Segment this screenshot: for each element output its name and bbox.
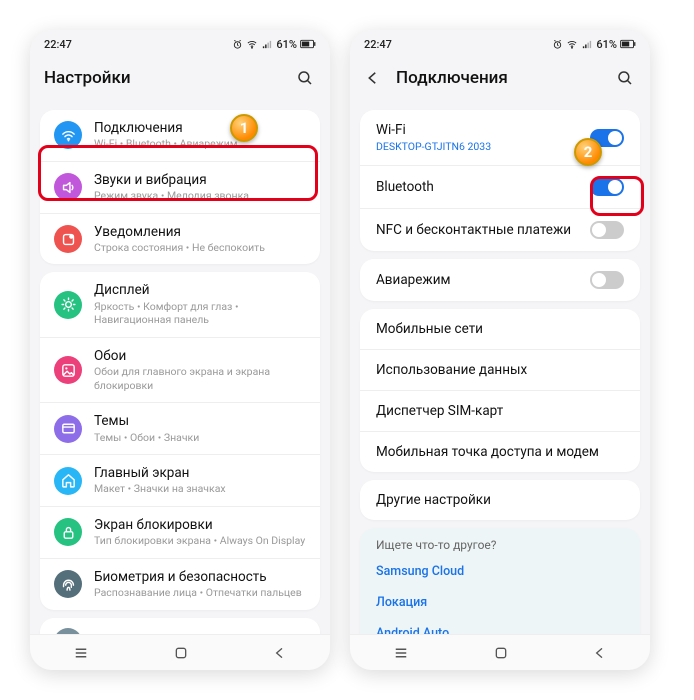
battery-text: 61% <box>596 38 617 51</box>
connections-list[interactable]: Wi-Fi DESKTOP-GTJITN6 2033 Bluetooth NFC… <box>350 102 650 634</box>
row-label: Мобильная точка доступа и модем <box>376 444 624 460</box>
toggle[interactable] <box>590 178 624 196</box>
footer-heading: Ищете что-то другое? <box>360 528 640 556</box>
settings-row-bio[interactable]: Биометрия и безопасность Распознавание л… <box>40 558 320 610</box>
settings-row-wall[interactable]: Обои Обои для главного экрана и экрана б… <box>40 337 320 402</box>
conn-row[interactable]: Wi-Fi DESKTOP-GTJITN6 2033 <box>360 110 640 165</box>
conn-row[interactable]: Bluetooth <box>360 165 640 208</box>
row-title: Экран блокировки <box>94 517 306 533</box>
row-label: Авиарежим <box>376 272 590 288</box>
row-subtitle: Темы • Обои • Значки <box>94 431 306 445</box>
notif-icon <box>54 225 82 253</box>
sound-icon <box>54 173 82 201</box>
page-title: Настройки <box>44 68 284 88</box>
signal-icon <box>261 39 273 50</box>
conn-row[interactable]: Мобильная точка доступа и модем <box>360 431 640 472</box>
nav-home[interactable] <box>493 645 509 661</box>
row-label: Диспетчер SIM-карт <box>376 403 624 419</box>
toggle[interactable] <box>590 271 624 289</box>
settings-row-priv[interactable]: Конфиденциальность <box>40 618 320 634</box>
row-label: Мобильные сети <box>376 321 624 337</box>
row-subtitle: Строка состояния • Не беспокоить <box>94 241 306 255</box>
footer-link[interactable]: Samsung Cloud <box>360 556 640 587</box>
nav-bar <box>30 634 330 670</box>
battery-icon <box>300 39 316 49</box>
themes-icon <box>54 415 82 443</box>
row-subtitle: Распознавание лица • Отпечатки пальцев <box>94 586 306 600</box>
header: Настройки <box>30 54 330 102</box>
phone-left: 22:47 61% Настройки Подключения Wi-Fi • … <box>30 30 330 670</box>
wall-icon <box>54 356 82 384</box>
footer-link[interactable]: Android Auto <box>360 618 640 634</box>
row-title: Главный экран <box>94 465 306 481</box>
wifi-icon <box>566 39 578 50</box>
row-subtitle: Обои для главного экрана и экрана блокир… <box>94 365 306 392</box>
row-title: Темы <box>94 413 306 429</box>
conn-row[interactable]: NFC и бесконтактные платежи <box>360 208 640 251</box>
wifi-icon <box>54 121 82 149</box>
row-label: Wi-Fi <box>376 122 590 138</box>
lock-icon <box>54 518 82 546</box>
toggle[interactable] <box>590 221 624 239</box>
search-button[interactable] <box>614 67 636 89</box>
back-button[interactable] <box>364 69 386 87</box>
status-bar: 22:47 61% <box>350 30 650 54</box>
row-title: Биометрия и безопасность <box>94 569 306 585</box>
conn-row[interactable]: Авиарежим <box>360 259 640 301</box>
row-label: NFC и бесконтактные платежи <box>376 222 590 238</box>
nav-bar <box>350 634 650 670</box>
row-title: Дисплей <box>94 282 306 298</box>
bio-icon <box>54 570 82 598</box>
settings-row-display[interactable]: Дисплей Яркость • Комфорт для глаз • Нав… <box>40 272 320 336</box>
settings-row-themes[interactable]: Темы Темы • Обои • Значки <box>40 402 320 454</box>
row-subtitle: Wi-Fi • Bluetooth • Авиарежим <box>94 137 306 151</box>
conn-row[interactable]: Диспетчер SIM-карт <box>360 390 640 431</box>
phone-right: 22:47 61% Подключения Wi-Fi DESKTOP-GTJI… <box>350 30 650 670</box>
nav-recents[interactable] <box>72 644 90 662</box>
nav-recents[interactable] <box>392 644 410 662</box>
toggle[interactable] <box>590 129 624 147</box>
row-title: Обои <box>94 348 306 364</box>
status-icons: 61% <box>552 38 636 51</box>
settings-row-lock[interactable]: Экран блокировки Тип блокировки экрана •… <box>40 506 320 558</box>
header: Подключения <box>350 54 650 102</box>
wifi-icon <box>246 39 258 50</box>
settings-row-sound[interactable]: Звуки и вибрация Режим звука • Мелодия з… <box>40 161 320 213</box>
status-time: 22:47 <box>364 38 392 51</box>
signal-icon <box>581 39 593 50</box>
page-title: Подключения <box>396 68 604 88</box>
alarm-icon <box>552 39 563 50</box>
settings-list[interactable]: Подключения Wi-Fi • Bluetooth • Авиарежи… <box>30 102 330 634</box>
row-sublabel: DESKTOP-GTJITN6 2033 <box>376 140 590 153</box>
battery-text: 61% <box>276 38 297 51</box>
conn-row[interactable]: Использование данных <box>360 349 640 390</box>
settings-row-home[interactable]: Главный экран Макет • Значки на значках <box>40 454 320 506</box>
conn-row[interactable]: Мобильные сети <box>360 309 640 349</box>
home-icon <box>54 467 82 495</box>
alarm-icon <box>232 39 243 50</box>
row-label: Bluetooth <box>376 179 590 195</box>
row-subtitle: Яркость • Комфорт для глаз • Навигационн… <box>94 300 306 327</box>
row-subtitle: Режим звука • Мелодия звонка <box>94 189 306 203</box>
status-icons: 61% <box>232 38 316 51</box>
row-subtitle: Тип блокировки экрана • Always On Displa… <box>94 534 306 548</box>
search-button[interactable] <box>294 67 316 89</box>
row-title: Звуки и вибрация <box>94 172 306 188</box>
settings-row-wifi[interactable]: Подключения Wi-Fi • Bluetooth • Авиарежи… <box>40 110 320 161</box>
row-title: Уведомления <box>94 224 306 240</box>
row-label: Другие настройки <box>376 492 624 508</box>
row-title: Подключения <box>94 120 306 136</box>
status-time: 22:47 <box>44 38 72 51</box>
row-subtitle: Макет • Значки на значках <box>94 482 306 496</box>
row-label: Использование данных <box>376 362 624 378</box>
nav-back[interactable] <box>272 645 288 661</box>
display-icon <box>54 291 82 319</box>
conn-row[interactable]: Другие настройки <box>360 480 640 520</box>
nav-home[interactable] <box>173 645 189 661</box>
battery-icon <box>620 39 636 49</box>
footer-link[interactable]: Локация <box>360 587 640 618</box>
settings-row-notif[interactable]: Уведомления Строка состояния • Не беспок… <box>40 213 320 265</box>
status-bar: 22:47 61% <box>30 30 330 54</box>
nav-back[interactable] <box>592 645 608 661</box>
